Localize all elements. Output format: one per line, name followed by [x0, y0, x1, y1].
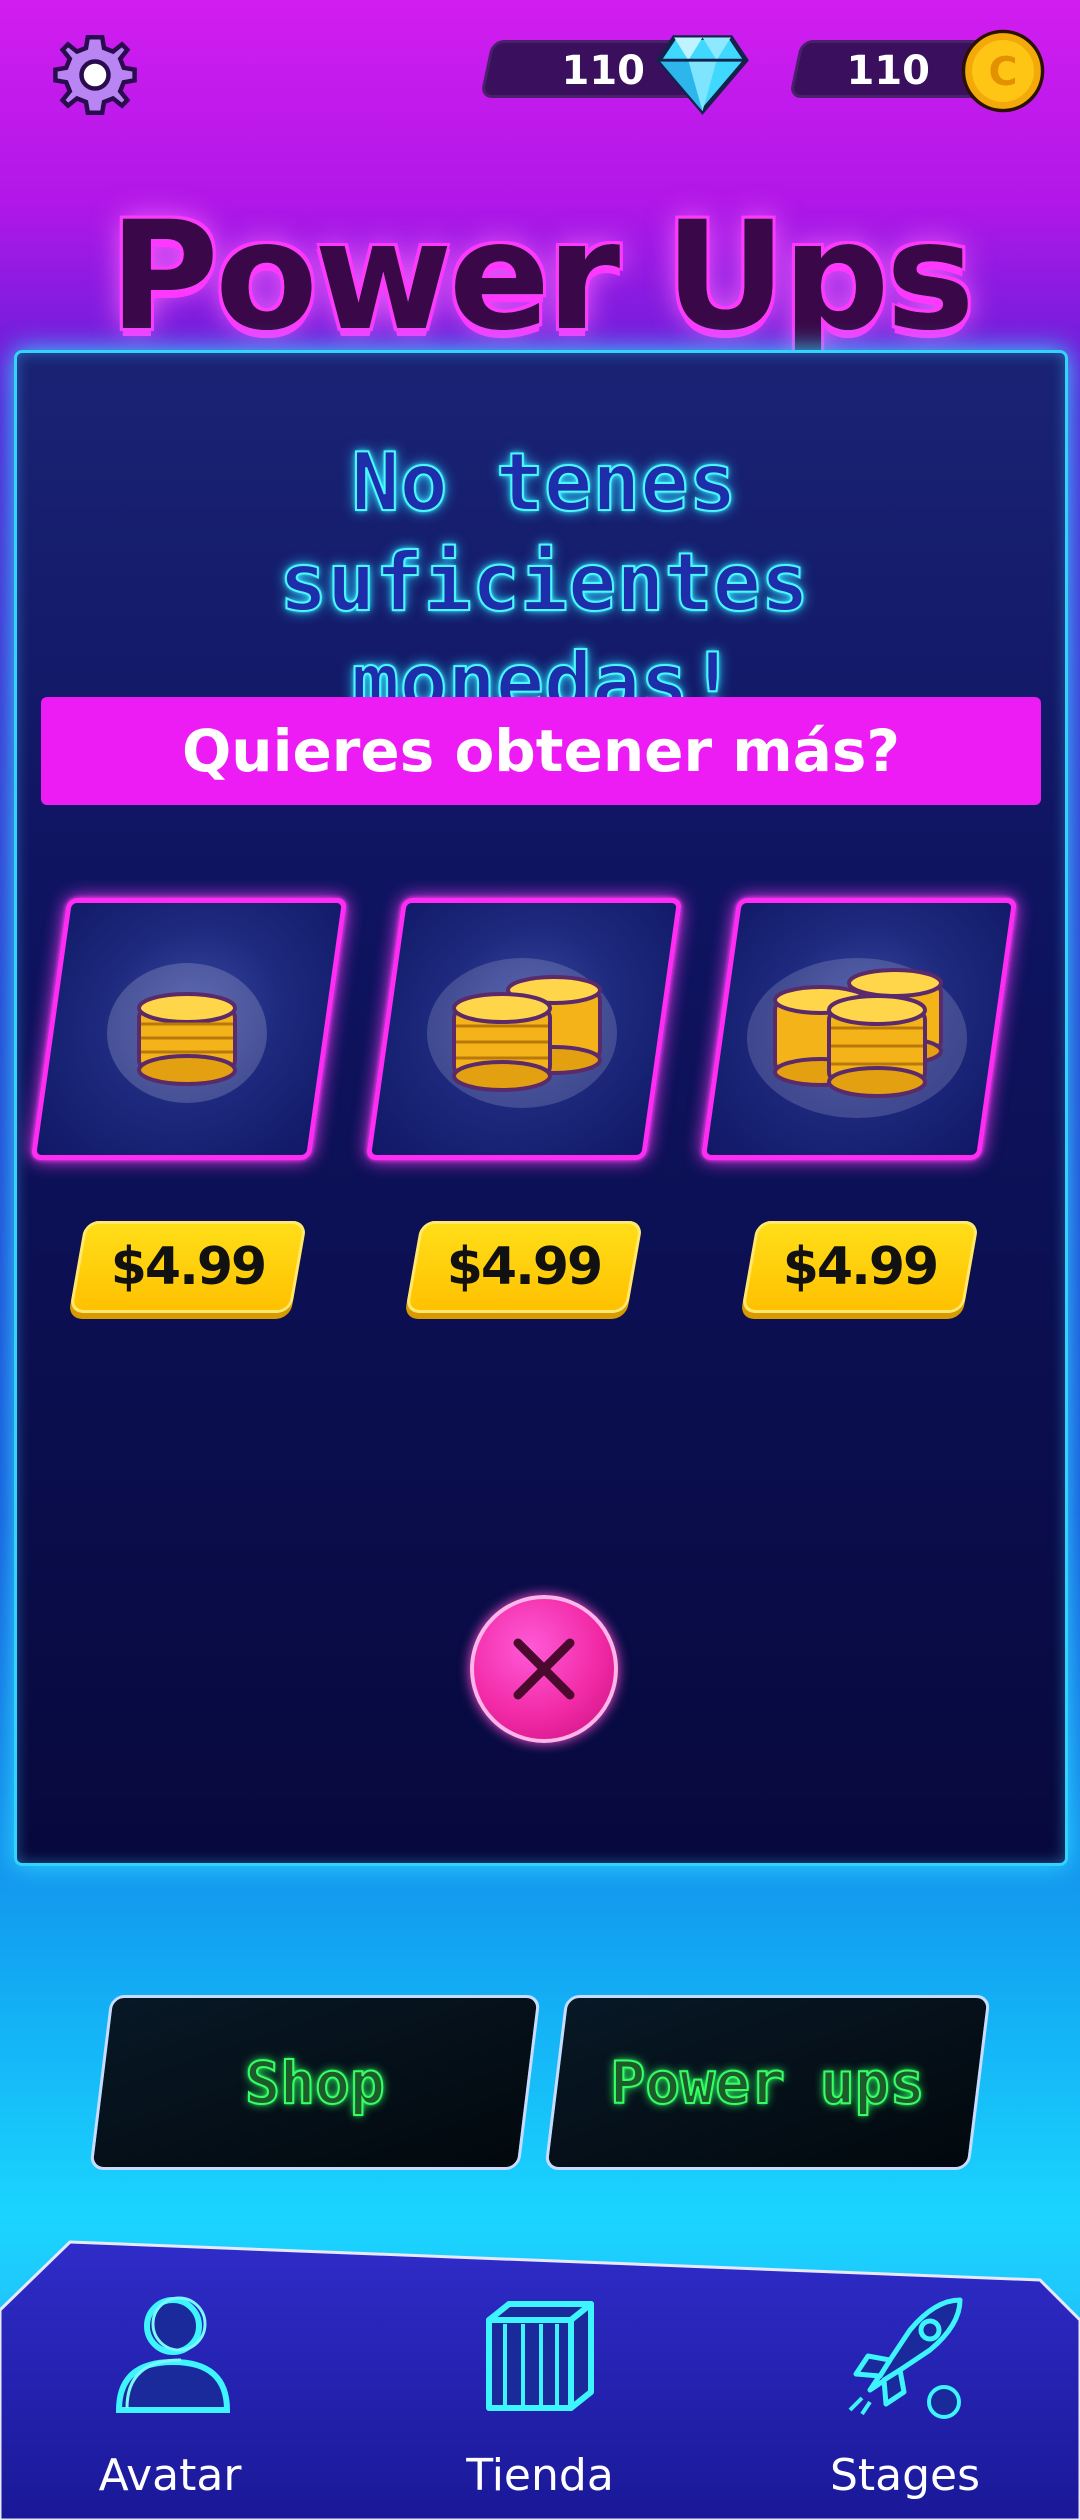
- powerups-button[interactable]: Power ups: [544, 1995, 991, 2170]
- coin-stack-medium-icon: [427, 958, 617, 1108]
- get-more-label: Quieres obtener más?: [181, 717, 901, 785]
- settings-button[interactable]: [50, 30, 140, 120]
- rocket-icon: [848, 2297, 963, 2419]
- coin-stack-small-icon: [107, 963, 267, 1103]
- close-button[interactable]: [470, 1595, 618, 1743]
- price-label: $4.99: [110, 1237, 267, 1297]
- coin-icon: C: [961, 29, 1045, 113]
- coin-offer-medium[interactable]: [365, 898, 683, 1163]
- tab-store[interactable]: Tienda: [410, 2290, 670, 2520]
- gem-count: 110: [561, 48, 646, 94]
- powerups-label: Power ups: [609, 2048, 925, 2118]
- shop-button[interactable]: Shop: [89, 1995, 541, 2170]
- coin-offer-small[interactable]: [30, 898, 348, 1163]
- dialog-heading: No tenes suficientes monedas!: [278, 435, 810, 730]
- coin-offer-large[interactable]: [700, 898, 1018, 1163]
- coin-count: 110: [846, 48, 931, 94]
- price-button[interactable]: $4.99: [740, 1221, 980, 1313]
- tab-stages[interactable]: Stages: [775, 2290, 1035, 2520]
- page-title: Power Ups: [109, 190, 975, 364]
- tab-avatar-label: Avatar: [98, 2450, 242, 2501]
- insufficient-coins-dialog: No tenes suficientes monedas! Quieres ob…: [14, 350, 1068, 1866]
- diamond-icon: [656, 35, 749, 115]
- tab-avatar[interactable]: Avatar: [40, 2290, 300, 2520]
- coin-stack-large-icon: [747, 958, 967, 1118]
- svg-text:C: C: [988, 49, 1017, 95]
- close-icon: [513, 1638, 575, 1700]
- store-icon: [486, 2301, 594, 2411]
- price-label: $4.99: [782, 1237, 939, 1297]
- price-button[interactable]: $4.99: [404, 1221, 644, 1313]
- tab-stages-label: Stages: [829, 2450, 981, 2501]
- shop-label: Shop: [244, 2048, 386, 2118]
- avatar-icon: [115, 2296, 231, 2413]
- tab-store-label: Tienda: [466, 2450, 614, 2501]
- price-button[interactable]: $4.99: [68, 1221, 308, 1313]
- get-more-banner: Quieres obtener más?: [41, 697, 1041, 805]
- gear-icon: [53, 34, 137, 116]
- price-label: $4.99: [446, 1237, 603, 1297]
